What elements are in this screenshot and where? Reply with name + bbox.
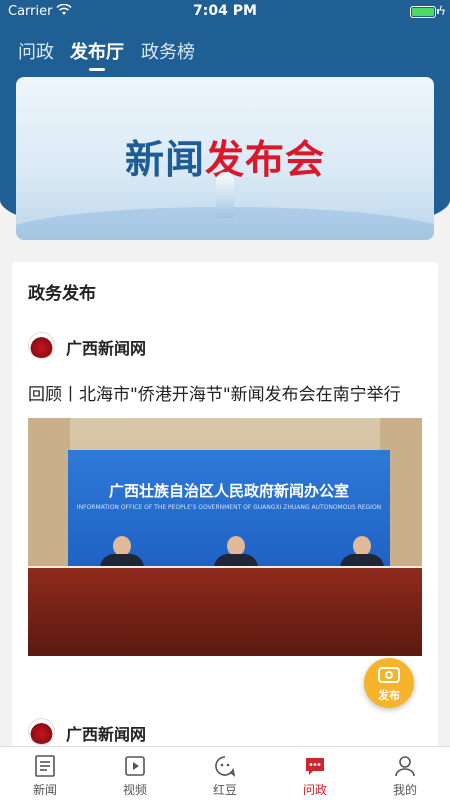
chat-bean-icon [215,756,235,777]
tower-graphic [216,172,234,218]
press-conference-banner[interactable]: 新闻发布会 [16,77,434,240]
publish-button[interactable]: 发布 [364,658,414,708]
bottom-tab-news[interactable]: 新闻 [0,747,90,800]
bottom-tab-label: 视频 [122,783,147,797]
banner-title-part1: 新闻 [124,138,205,183]
tab-active-indicator [89,68,105,71]
section-title: 政务发布 [28,284,96,304]
image-side-left [28,418,70,568]
top-tabs: 问政 发布厅 政务榜 [0,34,450,74]
bottom-tab-video[interactable]: 视频 [90,747,180,800]
bottom-tab-label: 我的 [392,783,417,797]
status-time: 7:04 PM [193,3,257,19]
source-avatar [28,718,55,745]
source-name: 广西新闻网 [66,725,147,744]
app-screen: Carrier 7:04 PM ϟ 问政 发布厅 政务榜 新闻发布会 政务发布 … [0,0,450,800]
bottom-tab-hongdou[interactable]: 红豆 [180,747,270,800]
image-screen-text: 广西壮族自治区人民政府新闻办公室 [108,482,349,500]
bottom-tab-label: 新闻 [32,783,57,797]
image-table [28,568,422,656]
status-bar: Carrier 7:04 PM ϟ [0,0,450,24]
camera-icon [378,667,400,683]
video-icon [125,756,145,776]
charging-icon: ϟ [438,4,446,18]
article-image[interactable]: 广西壮族自治区人民政府新闻办公室 INFORMATION OFFICE OF T… [28,418,422,656]
image-screen-subtext: INFORMATION OFFICE OF THE PEOPLE'S GOVER… [76,504,382,511]
tab-zhengwubang[interactable]: 政务榜 [141,38,195,64]
bottom-tab-wenzheng[interactable]: 问政 [270,747,360,800]
bottom-tab-label: 问政 [302,783,327,797]
tab-wenzheng[interactable]: 问政 [18,38,54,64]
source-avatar [28,332,55,359]
source-name: 广西新闻网 [66,339,147,358]
bottom-tab-label: 红豆 [212,783,237,797]
bottom-tab-bar: 新闻 视频 红豆 问政 我的 [0,746,450,800]
profile-icon [395,756,415,777]
message-icon [306,758,324,775]
bottom-tab-profile[interactable]: 我的 [360,747,450,800]
publish-label: 发布 [378,689,400,702]
article-title[interactable]: 回顾丨北海市"侨港开海节"新闻发布会在南宁举行 [28,380,428,405]
battery-icon [410,6,436,18]
tab-fabuting[interactable]: 发布厅 [70,38,124,64]
news-icon [35,755,55,777]
